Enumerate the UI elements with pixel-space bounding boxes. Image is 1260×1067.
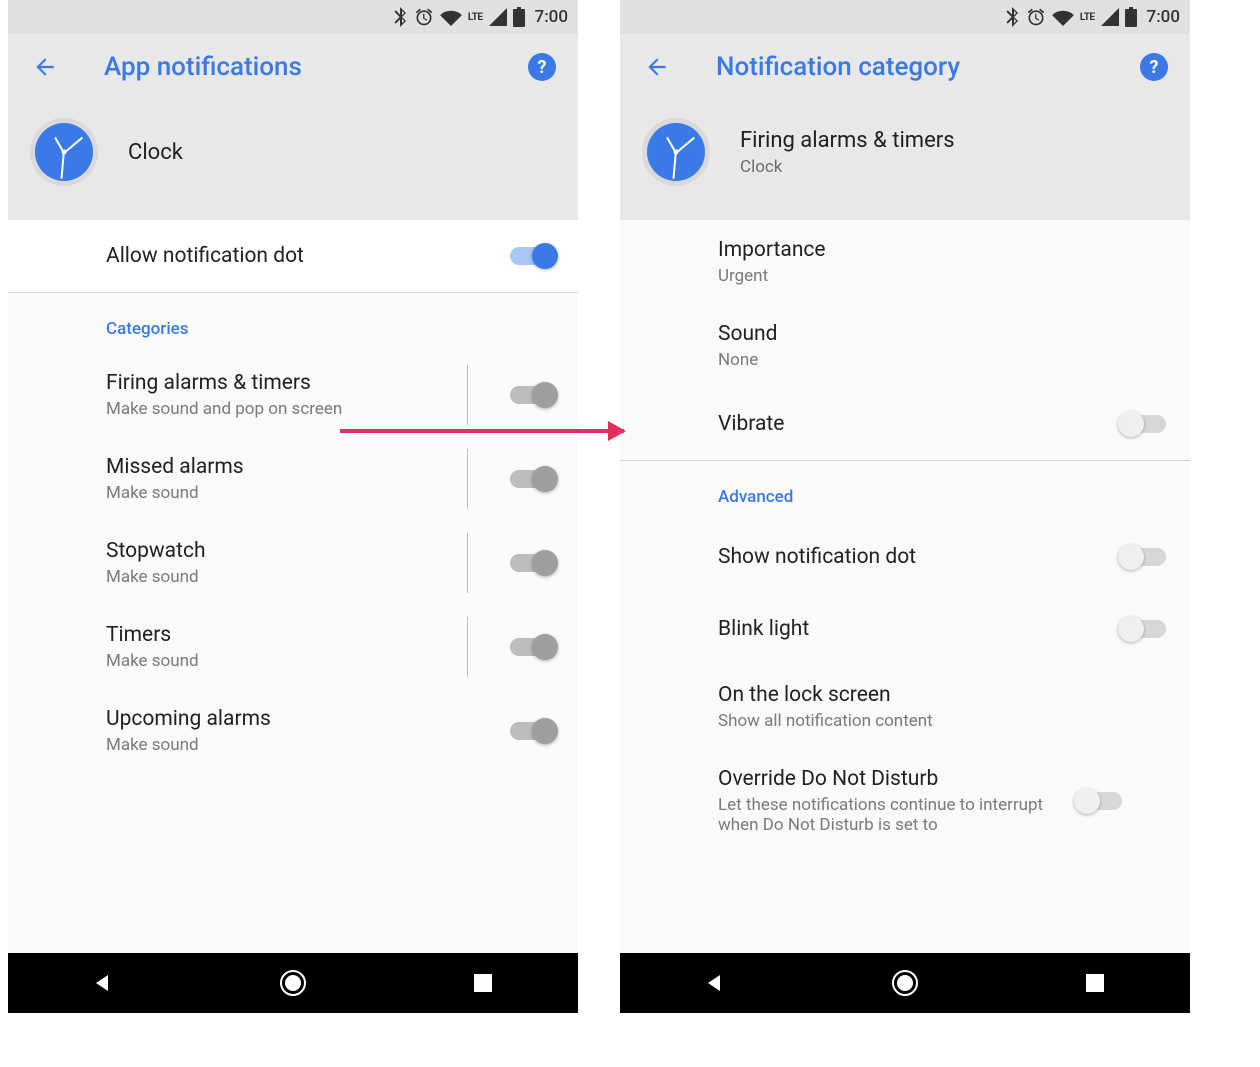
override-dnd-label: Override Do Not Disturb: [718, 767, 1078, 791]
status-time: 7:00: [535, 7, 568, 27]
vertical-separator: [467, 617, 468, 677]
battery-icon: [513, 7, 525, 27]
alarm-icon: [414, 7, 434, 27]
nav-back-button[interactable]: [88, 968, 118, 998]
show-dot-label: Show notification dot: [718, 545, 1122, 569]
lock-screen-label: On the lock screen: [718, 683, 1166, 707]
nav-home-button[interactable]: [890, 968, 920, 998]
override-dnd-toggle[interactable]: [1078, 792, 1122, 810]
allow-notification-dot-row[interactable]: Allow notification dot: [8, 220, 578, 292]
category-toggle[interactable]: [510, 722, 554, 740]
show-dot-toggle[interactable]: [1122, 548, 1166, 566]
category-title: Stopwatch: [106, 539, 510, 563]
override-dnd-sub: Let these notifications continue to inte…: [718, 795, 1078, 835]
bluetooth-icon: [1006, 7, 1020, 27]
status-bar: LTE 7:00: [620, 0, 1190, 34]
lte-label: LTE: [468, 12, 483, 23]
help-button[interactable]: ?: [1140, 53, 1168, 81]
vertical-separator: [467, 449, 468, 509]
nav-bar: [620, 953, 1190, 1013]
page-title: App notifications: [104, 52, 528, 82]
category-toggle[interactable]: [510, 470, 554, 488]
category-toggle[interactable]: [510, 554, 554, 572]
importance-label: Importance: [718, 238, 1166, 262]
help-button[interactable]: ?: [528, 53, 556, 81]
category-title: Missed alarms: [106, 455, 510, 479]
app-header: Firing alarms & timers Clock: [620, 100, 1190, 220]
categories-label: Categories: [8, 293, 578, 353]
advanced-label: Advanced: [620, 461, 1190, 521]
vibrate-toggle[interactable]: [1122, 415, 1166, 433]
phone-left: LTE 7:00 App notifications ? Clock Allow…: [8, 0, 578, 1013]
signal-icon: [1101, 8, 1119, 26]
back-button[interactable]: [30, 52, 60, 82]
category-app: Clock: [740, 157, 955, 177]
category-firing-alarms[interactable]: Firing alarms & timers Make sound and po…: [8, 353, 578, 437]
back-button[interactable]: [642, 52, 672, 82]
battery-icon: [1125, 7, 1137, 27]
clock-app-icon: [642, 118, 710, 186]
vibrate-row[interactable]: Vibrate: [620, 388, 1190, 460]
blink-light-row[interactable]: Blink light: [620, 593, 1190, 665]
lock-screen-sub: Show all notification content: [718, 711, 1166, 731]
category-title: Upcoming alarms: [106, 707, 510, 731]
content: Allow notification dot Categories Firing…: [8, 220, 578, 953]
annotation-arrow: [340, 429, 624, 433]
blink-light-toggle[interactable]: [1122, 620, 1166, 638]
lock-screen-row[interactable]: On the lock screen Show all notification…: [620, 665, 1190, 749]
category-sub: Make sound and pop on screen: [106, 399, 510, 419]
nav-recent-button[interactable]: [1080, 968, 1110, 998]
category-missed-alarms[interactable]: Missed alarms Make sound: [8, 437, 578, 521]
allow-dot-toggle[interactable]: [510, 247, 554, 265]
category-toggle[interactable]: [510, 386, 554, 404]
status-bar: LTE 7:00: [8, 0, 578, 34]
nav-recent-button[interactable]: [468, 968, 498, 998]
category-name: Firing alarms & timers: [740, 128, 955, 153]
category-toggle[interactable]: [510, 638, 554, 656]
category-title: Firing alarms & timers: [106, 371, 510, 395]
page-title: Notification category: [716, 52, 1140, 82]
category-sub: Make sound: [106, 483, 510, 503]
category-upcoming-alarms[interactable]: Upcoming alarms Make sound: [8, 689, 578, 773]
importance-row[interactable]: Importance Urgent: [620, 220, 1190, 304]
sound-value: None: [718, 350, 1166, 370]
category-title: Timers: [106, 623, 510, 647]
nav-home-button[interactable]: [278, 968, 308, 998]
app-name: Clock: [128, 140, 183, 165]
app-header: Clock: [8, 100, 578, 220]
importance-value: Urgent: [718, 266, 1166, 286]
wifi-icon: [1052, 8, 1074, 26]
signal-icon: [489, 8, 507, 26]
nav-bar: [8, 953, 578, 1013]
app-bar: Notification category ?: [620, 34, 1190, 100]
sound-row[interactable]: Sound None: [620, 304, 1190, 388]
allow-dot-label: Allow notification dot: [106, 244, 510, 268]
category-sub: Make sound: [106, 735, 510, 755]
bluetooth-icon: [394, 7, 408, 27]
wifi-icon: [440, 8, 462, 26]
nav-back-button[interactable]: [700, 968, 730, 998]
lte-label: LTE: [1080, 12, 1095, 23]
category-timers[interactable]: Timers Make sound: [8, 605, 578, 689]
override-dnd-row[interactable]: Override Do Not Disturb Let these notifi…: [620, 749, 1190, 841]
phone-right: LTE 7:00 Notification category ? Firing …: [620, 0, 1190, 1013]
app-bar: App notifications ?: [8, 34, 578, 100]
content: Importance Urgent Sound None Vibrate Adv…: [620, 220, 1190, 953]
category-stopwatch[interactable]: Stopwatch Make sound: [8, 521, 578, 605]
clock-app-icon: [30, 118, 98, 186]
show-dot-row[interactable]: Show notification dot: [620, 521, 1190, 593]
vertical-separator: [467, 365, 468, 425]
status-time: 7:00: [1147, 7, 1180, 27]
category-sub: Make sound: [106, 651, 510, 671]
blink-light-label: Blink light: [718, 617, 1122, 641]
alarm-icon: [1026, 7, 1046, 27]
category-sub: Make sound: [106, 567, 510, 587]
sound-label: Sound: [718, 322, 1166, 346]
vibrate-label: Vibrate: [718, 412, 1122, 436]
vertical-separator: [467, 533, 468, 593]
